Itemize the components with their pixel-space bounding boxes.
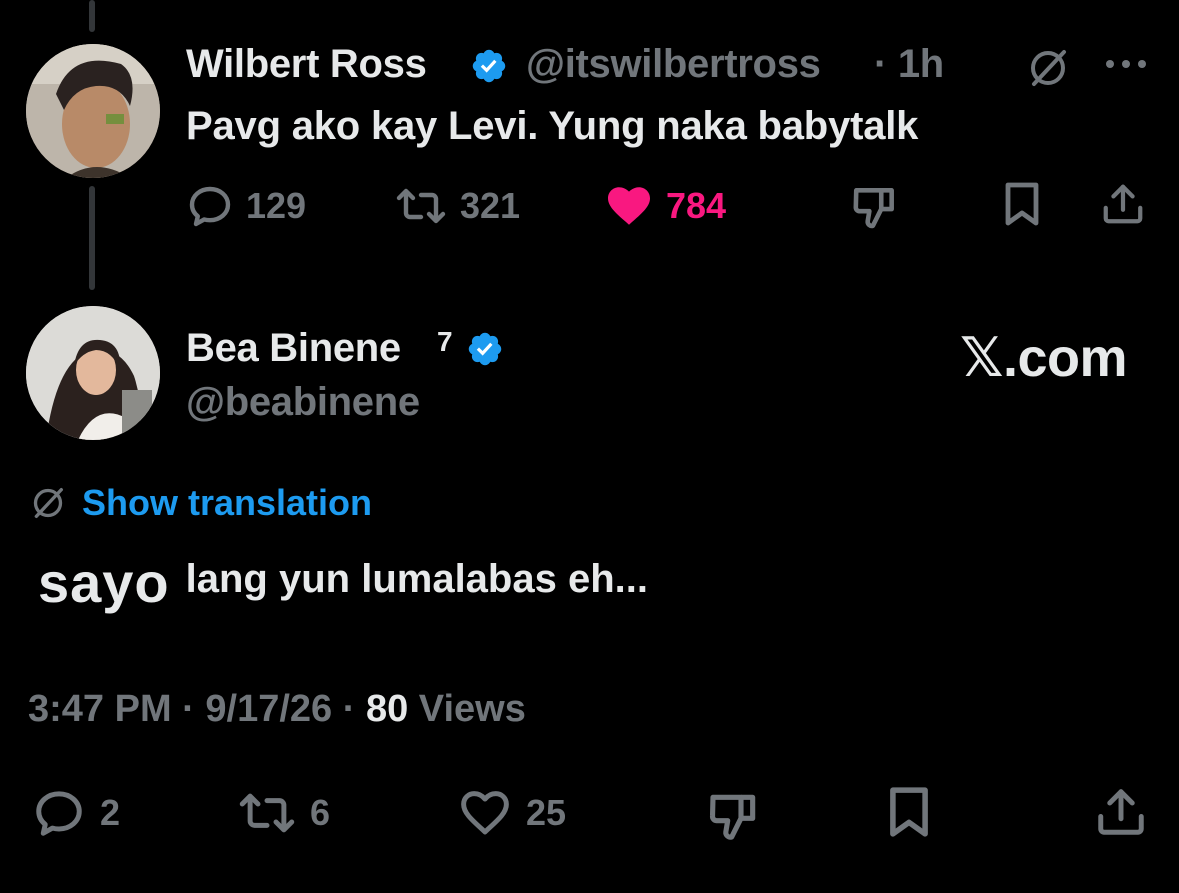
thread-line-connector	[89, 186, 95, 290]
views-label: Views	[418, 688, 526, 730]
avatar-bea[interactable]	[26, 306, 160, 440]
verified-badge-icon	[472, 49, 506, 83]
author-name[interactable]: Bea Binene	[186, 326, 401, 371]
heart-icon	[461, 791, 509, 835]
retweet-count: 6	[310, 792, 331, 833]
translate-icon	[33, 488, 63, 518]
bookmark-icon	[890, 787, 928, 837]
like-button[interactable]: 784	[604, 182, 726, 230]
heart-icon	[608, 187, 650, 225]
avatar-wilbert[interactable]	[26, 44, 160, 178]
dislike-button[interactable]	[706, 790, 762, 842]
post-meta: 3:47 PM · 9/17/26 · 80 Views	[28, 688, 526, 731]
bookmark-icon	[1005, 182, 1039, 226]
reply-count: 129	[246, 185, 307, 226]
retweet-icon	[239, 793, 295, 833]
like-count: 25	[526, 792, 567, 833]
reply-count: 2	[100, 792, 121, 833]
reply-button[interactable]: 2	[30, 786, 120, 840]
post-text: Pavg ako kay Levi. Yung naka babytalk	[186, 104, 919, 148]
share-icon	[1098, 789, 1144, 835]
superscript-number: 7	[437, 326, 453, 357]
reply-icon	[36, 791, 82, 836]
xcom-watermark: 𝕏.com	[959, 328, 1128, 388]
more-icon[interactable]	[1102, 52, 1150, 76]
views-count: 80	[365, 688, 409, 730]
share-button[interactable]	[1100, 180, 1146, 228]
thread-line-top	[89, 0, 95, 32]
show-translation-link[interactable]: Show translation	[28, 482, 372, 524]
author-handle[interactable]: @beabinene	[186, 380, 420, 425]
grok-icon[interactable]	[1024, 44, 1072, 92]
dislike-icon	[709, 794, 756, 840]
reply-text-rest: lang yun lumalabas eh...	[185, 557, 648, 601]
show-translation-label[interactable]: Show translation	[82, 482, 372, 524]
reply-icon	[189, 186, 231, 227]
author-name[interactable]: Wilbert Ross	[186, 42, 427, 87]
retweet-count: 321	[460, 185, 521, 226]
like-count: 784	[666, 185, 727, 226]
reply-text: sayo lang yun lumalabas eh...	[38, 550, 648, 615]
reply-button[interactable]: 129	[186, 182, 306, 230]
post-time[interactable]: · 1h	[874, 42, 944, 87]
post-timestamp[interactable]: 3:47 PM · 9/17/26 ·	[28, 688, 355, 730]
dislike-button[interactable]	[850, 184, 900, 230]
retweet-icon	[396, 188, 446, 224]
author-handle[interactable]: @itswilbertross	[526, 42, 821, 87]
bookmark-button[interactable]	[886, 784, 932, 840]
dislike-icon	[853, 188, 894, 229]
retweet-button[interactable]: 321	[394, 182, 520, 230]
verified-badge-icon	[468, 332, 502, 366]
bookmark-button[interactable]	[1002, 180, 1042, 228]
retweet-button[interactable]: 6	[236, 786, 330, 840]
reply-text-big: sayo	[38, 551, 170, 614]
share-button[interactable]	[1094, 784, 1148, 840]
like-button[interactable]: 25	[456, 786, 566, 840]
share-icon	[1103, 184, 1143, 224]
